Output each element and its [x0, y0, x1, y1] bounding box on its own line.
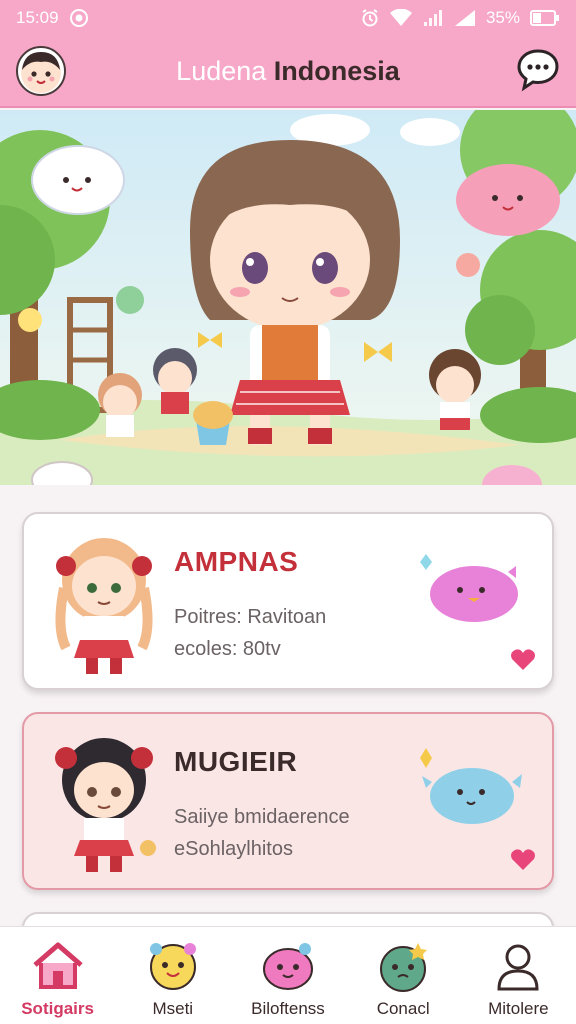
app-title: Ludena Indonesia — [0, 56, 576, 87]
card-2-favorite-heart-icon[interactable] — [510, 848, 536, 872]
nav-item-profile[interactable]: Mitolere — [463, 937, 573, 1019]
hero-banner — [0, 110, 576, 485]
green-pet-icon — [380, 943, 428, 992]
nav-label-home: Sotigairs — [21, 999, 94, 1018]
notification-icon — [69, 8, 89, 28]
card-1-info-2: ecoles: 80tv — [174, 638, 281, 660]
nav-item-home[interactable]: Sotigairs — [3, 937, 113, 1019]
nav-label-3: Biloftenss — [251, 999, 325, 1018]
jellyfish-creature — [456, 253, 480, 277]
status-time: 15:09 — [16, 8, 59, 27]
signal-icon-2 — [454, 9, 476, 27]
character-card-2[interactable]: MUGIEIR Saiiye bmidaerence eSohlaylhitos — [22, 712, 554, 890]
battery-text: 35% — [485, 8, 520, 27]
app-title-part2: Indonesia — [273, 55, 400, 86]
cupcake — [193, 401, 233, 445]
home-icon — [32, 942, 83, 989]
card-1-info-1: Poitres: Ravitoan — [174, 606, 327, 628]
profile-avatar[interactable] — [16, 46, 66, 96]
ghost-mascot-left — [31, 145, 125, 215]
alarm-icon — [360, 8, 380, 28]
yellow-pet-icon — [149, 943, 196, 990]
pink-blob-mascot — [456, 164, 560, 236]
chat-bubble-icon — [517, 49, 559, 92]
card-1-pet-icon — [420, 554, 518, 622]
card-1-favorite-heart-icon[interactable] — [510, 648, 536, 672]
card-2-info-1: Saiiye bmidaerence — [174, 806, 350, 828]
card-2-name: MUGIEIR — [174, 746, 298, 777]
battery-icon — [530, 9, 560, 27]
app-title-part1: Ludena — [176, 55, 267, 86]
card-2-avatar — [55, 738, 156, 872]
chat-button[interactable] — [514, 47, 562, 95]
person-icon — [497, 944, 539, 991]
signal-icon — [422, 9, 444, 27]
green-creature — [116, 286, 144, 314]
wifi-icon — [389, 9, 412, 27]
nav-label-2: Mseti — [152, 999, 194, 1018]
nav-label-4: Conacl — [376, 999, 430, 1018]
card-2-pet-icon — [420, 748, 522, 824]
card-1-name: AMPNAS — [174, 546, 299, 577]
app-header: Ludena Indonesia — [0, 36, 576, 108]
bottom-navigation: Sotigairs Mseti Biloftenss Conacl Mitole… — [0, 926, 576, 1024]
nav-item-3[interactable]: Biloftenss — [233, 937, 343, 1019]
card-1-avatar — [55, 538, 153, 674]
nav-item-4[interactable]: Conacl — [348, 937, 458, 1019]
pink-pet-icon — [262, 943, 313, 990]
character-card-1[interactable]: AMPNAS Poitres: Ravitoan ecoles: 80tv — [22, 512, 554, 690]
card-2-info-2: eSohlaylhitos — [174, 838, 293, 860]
nav-label-profile: Mitolere — [488, 999, 549, 1018]
status-bar: 15:09 35% — [0, 0, 576, 36]
nav-item-2[interactable]: Mseti — [118, 937, 228, 1019]
